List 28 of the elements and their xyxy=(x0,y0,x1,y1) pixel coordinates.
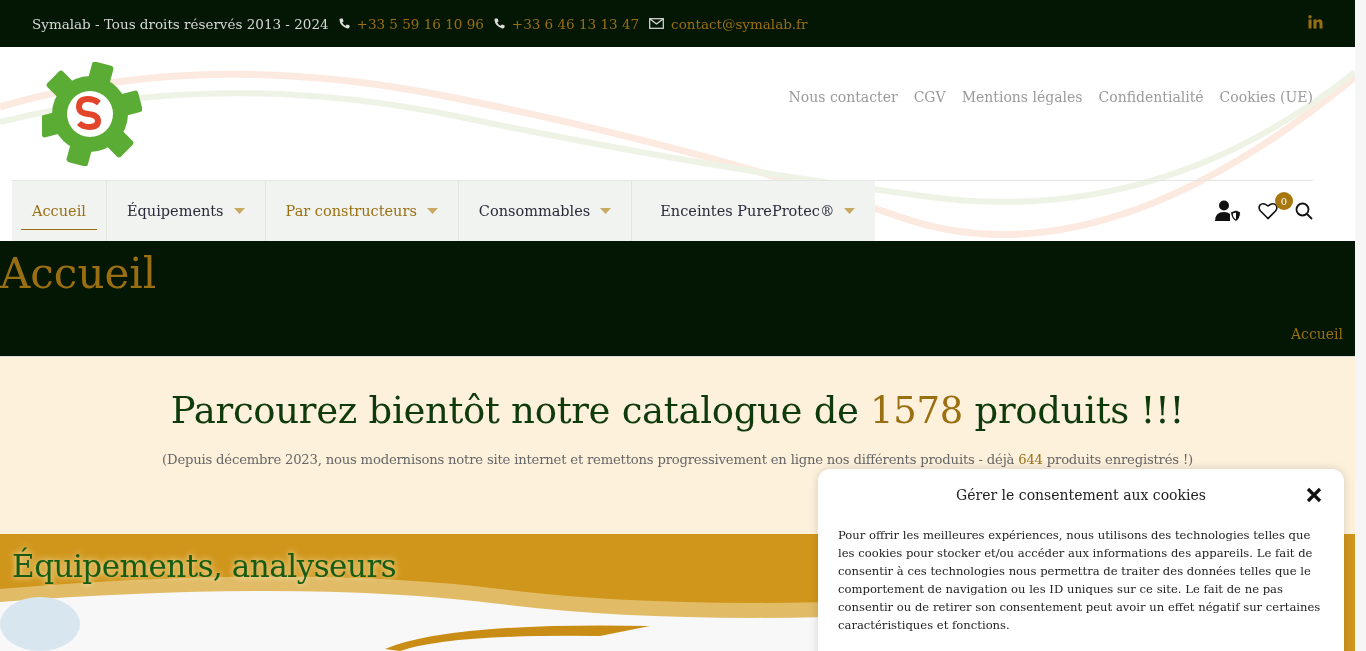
header-link[interactable]: Cookies (UE) xyxy=(1219,89,1313,105)
phone-link[interactable]: +33 5 59 16 10 96 xyxy=(356,15,484,32)
header-link[interactable]: Mentions légales xyxy=(961,89,1083,105)
envelope-icon xyxy=(649,18,665,29)
user-shield-icon[interactable] xyxy=(1215,200,1241,222)
page-title: Accueil xyxy=(0,251,158,298)
header-link[interactable]: Confidentialité xyxy=(1098,89,1204,105)
nav-tab[interactable]: Enceintes PureProtec® xyxy=(632,181,876,241)
catalogue-headline: Parcourez bientôt notre catalogue de 1578 produits !!! xyxy=(170,389,1185,432)
copyright-text: Symalab - Tous droits réservés 2013 - 2024 xyxy=(32,15,329,32)
close-button[interactable] xyxy=(1304,485,1324,505)
heart-icon[interactable] xyxy=(1258,202,1278,220)
header-link[interactable]: CGV xyxy=(913,89,946,105)
progress-note: (Depuis décembre 2023, nous modernisons notre site internet et remettons progressivement en ligne nos différents produits - déjà 644 produits enregistrés !) xyxy=(162,452,1193,467)
section-title: Équipements, analyseurs xyxy=(12,548,397,584)
gear-logo[interactable] xyxy=(42,62,142,166)
breadcrumb-link[interactable]: Accueil xyxy=(1290,326,1343,342)
linkedin-icon[interactable] xyxy=(1308,15,1323,29)
phone-icon xyxy=(338,18,350,29)
consent-text: Pour offrir les meilleures expériences, nous utilisons des technologies telles que les cookies pour stocker et/ou accéder aux informations des appareils. Le fait de consentir à ces technologies nous permettra de traiter des données telles que le comportement de navigation ou les ID uniques sur ce site. Le fait de ne pas consentir ou de retirer son consentement peut avoir un effet négatif sur certaines caractéristiques et fonctions. xyxy=(838,527,1322,634)
header-link[interactable]: Nous contacter xyxy=(788,89,898,105)
phone-icon xyxy=(493,18,505,29)
search-icon[interactable] xyxy=(1295,202,1313,220)
close-icon xyxy=(1306,487,1322,503)
wishlist-count: 0 xyxy=(1275,192,1293,210)
email-link[interactable]: contact@symalab.fr xyxy=(671,15,808,32)
dialog-title: Gérer le consentement aux cookies xyxy=(956,487,1206,503)
phone-link[interactable]: +33 6 46 13 13 47 xyxy=(511,15,640,32)
